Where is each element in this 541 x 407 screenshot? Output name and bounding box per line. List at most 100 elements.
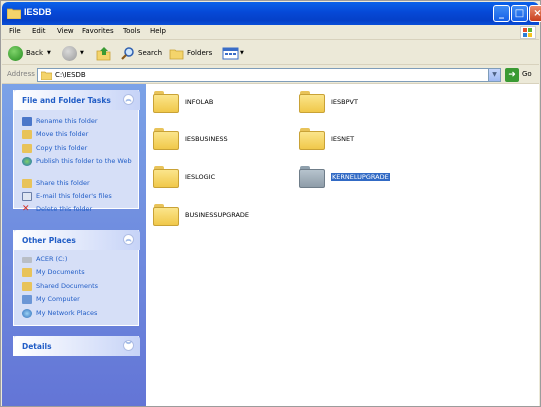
back-arrow-icon <box>8 45 23 61</box>
rename-icon <box>22 117 32 126</box>
task-label: Delete this folder <box>36 205 93 213</box>
menu-help[interactable]: Help <box>150 27 166 35</box>
chevron-down-icon: ▼ <box>240 50 244 56</box>
folder-view: INFOLAB IESBPVT IESBUSINESS IESNET IESLO… <box>146 84 539 406</box>
forward-button[interactable]: ▼ <box>62 45 84 61</box>
go-arrow-icon[interactable]: ➜ <box>505 68 519 82</box>
folder-label: IESBPVT <box>331 98 358 106</box>
computer-icon <box>22 295 32 304</box>
collapse-icon[interactable]: ︽ <box>123 234 134 245</box>
address-label: Address <box>7 70 35 78</box>
folder-item-infolab[interactable]: INFOLAB <box>153 91 213 113</box>
folder-icon <box>153 128 179 150</box>
task-email-files[interactable]: E-mail this folder's files <box>22 192 112 201</box>
task-pane: File and Folder Tasks ︽ Rename this fold… <box>2 84 146 406</box>
share-icon <box>22 179 32 188</box>
drive-icon <box>22 257 32 263</box>
panel-header[interactable]: File and Folder Tasks ︽ <box>14 90 140 110</box>
address-input[interactable]: C:\IESDB ▼ <box>37 68 501 82</box>
search-button[interactable]: Search <box>120 45 162 61</box>
forward-arrow-icon <box>62 45 77 61</box>
go-button[interactable]: Go <box>522 70 532 78</box>
folder-icon <box>299 166 325 188</box>
toolbar: Back ▼ ▼ Search Folders ▼ <box>2 41 539 65</box>
folder-item-iesnet[interactable]: IESNET <box>299 128 354 150</box>
place-my-documents[interactable]: My Documents <box>22 268 85 277</box>
folders-button[interactable]: Folders <box>169 45 212 61</box>
task-label: Rename this folder <box>36 117 98 125</box>
other-places-panel: Other Places ︽ ACER (C:) My Documents Sh… <box>13 230 140 326</box>
task-label: Copy this folder <box>36 144 88 152</box>
place-label: My Documents <box>36 268 85 276</box>
views-button[interactable]: ▼ <box>222 45 244 61</box>
folder-item-iesbpvt[interactable]: IESBPVT <box>299 91 358 113</box>
folder-icon <box>299 91 325 113</box>
search-icon <box>121 46 134 60</box>
task-copy-folder[interactable]: Copy this folder <box>22 144 87 153</box>
menu-edit[interactable]: Edit <box>32 27 46 35</box>
task-delete-folder[interactable]: ✕ Delete this folder <box>22 205 92 214</box>
panel-title: Other Places <box>22 236 76 245</box>
folder-item-kernelupgrade[interactable]: KERNELUPGRADE <box>299 166 390 188</box>
place-my-network[interactable]: My Network Places <box>22 309 97 318</box>
folder-icon <box>22 282 32 291</box>
task-rename-folder[interactable]: Rename this folder <box>22 117 98 126</box>
address-dropdown-button[interactable]: ▼ <box>488 69 500 81</box>
folder-label: KERNELUPGRADE <box>331 173 390 181</box>
minimize-button[interactable]: _ <box>493 5 510 22</box>
file-folder-tasks-panel: File and Folder Tasks ︽ Rename this fold… <box>13 90 140 214</box>
address-bar: Address C:\IESDB ▼ ➜ Go <box>2 66 539 84</box>
expand-icon[interactable]: ︾ <box>123 340 134 351</box>
email-icon <box>22 192 32 201</box>
copy-icon <box>22 144 32 153</box>
place-shared-documents[interactable]: Shared Documents <box>22 282 98 291</box>
folder-icon <box>153 166 179 188</box>
maximize-button[interactable]: □ <box>511 5 528 22</box>
title-bar[interactable]: IESDB _ □ × <box>2 2 541 25</box>
place-my-computer[interactable]: My Computer <box>22 295 80 304</box>
chevron-down-icon: ▼ <box>80 50 84 56</box>
window-title: IESDB <box>24 7 52 17</box>
back-button[interactable]: Back ▼ <box>8 45 51 61</box>
folder-icon <box>41 71 52 80</box>
menu-file[interactable]: File <box>9 27 21 35</box>
menu-favorites[interactable]: Favorites <box>82 27 114 35</box>
panel-header[interactable]: Other Places ︽ <box>14 230 140 250</box>
place-label: My Computer <box>36 295 80 303</box>
menu-tools[interactable]: Tools <box>123 27 140 35</box>
search-label: Search <box>138 49 163 57</box>
up-folder-icon <box>96 46 111 60</box>
place-label: My Network Places <box>36 309 98 317</box>
close-button[interactable]: × <box>529 5 541 22</box>
task-label: Move this folder <box>36 130 89 138</box>
folder-label: BUSINESSUPGRADE <box>185 211 250 219</box>
menu-bar: File Edit View Favorites Tools Help <box>2 25 539 40</box>
web-publish-icon <box>22 157 32 166</box>
folder-item-ieslogic[interactable]: IESLOGIC <box>153 166 215 188</box>
panel-title: Details <box>22 342 52 351</box>
folder-icon <box>153 204 179 226</box>
up-folder-button[interactable] <box>96 45 111 61</box>
network-icon <box>22 309 32 318</box>
folder-item-iesbusiness[interactable]: IESBUSINESS <box>153 128 228 150</box>
place-acer-drive[interactable]: ACER (C:) <box>22 255 67 263</box>
folder-label: IESBUSINESS <box>185 135 228 143</box>
folder-label: IESNET <box>331 135 355 143</box>
collapse-icon[interactable]: ︽ <box>123 94 134 105</box>
folders-icon <box>169 49 184 59</box>
folder-icon <box>299 128 325 150</box>
folder-icon <box>153 91 179 113</box>
folder-item-businessupgrade[interactable]: BUSINESSUPGRADE <box>153 204 249 226</box>
folders-label: Folders <box>187 49 213 57</box>
menu-view[interactable]: View <box>57 27 74 35</box>
place-label: ACER (C:) <box>36 255 68 263</box>
task-move-folder[interactable]: Move this folder <box>22 130 88 139</box>
task-publish-folder[interactable]: Publish this folder to the Web <box>22 157 132 166</box>
panel-header[interactable]: Details ︾ <box>14 336 140 356</box>
folder-label: IESLOGIC <box>185 173 216 181</box>
explorer-window: IESDB _ □ × File Edit View Favorites Too… <box>0 0 541 407</box>
back-label: Back <box>26 49 43 57</box>
task-share-folder[interactable]: Share this folder <box>22 179 90 188</box>
delete-icon: ✕ <box>22 204 30 214</box>
task-label: Publish this folder to the Web <box>36 157 132 165</box>
